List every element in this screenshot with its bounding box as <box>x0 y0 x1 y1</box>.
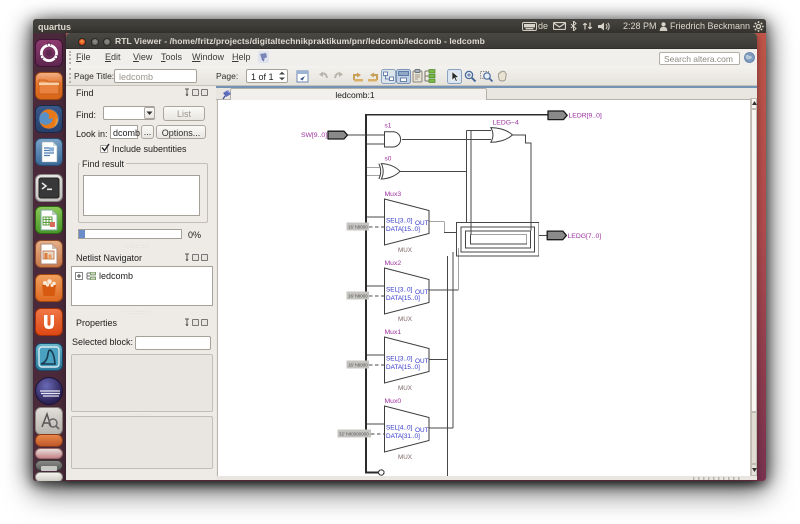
svg-text:s0: s0 <box>385 156 392 163</box>
svg-text:SEL[4..0]: SEL[4..0] <box>386 424 413 431</box>
svg-text:LEDR[9..0]: LEDR[9..0] <box>569 113 602 120</box>
svg-text:LEDG−4: LEDG−4 <box>493 120 519 127</box>
svg-text:OUT: OUT <box>415 220 429 227</box>
svg-text:SEL[3..0]: SEL[3..0] <box>386 355 413 362</box>
svg-text:32' h80000000 --: 32' h80000000 -- <box>339 432 373 437</box>
svg-text:OUT: OUT <box>415 427 429 434</box>
svg-text:MUX: MUX <box>398 247 413 254</box>
svg-text:16' h8000 --: 16' h8000 -- <box>348 225 372 230</box>
svg-text:MUX: MUX <box>398 454 413 461</box>
svg-text:Mux1: Mux1 <box>385 329 402 336</box>
svg-text:Mux3: Mux3 <box>385 191 402 198</box>
svg-text:DATA[31..0]: DATA[31..0] <box>386 433 420 440</box>
svg-text:MUX: MUX <box>398 385 413 392</box>
svg-text:16' h8000 --: 16' h8000 -- <box>348 294 372 299</box>
svg-text:Mux2: Mux2 <box>385 260 402 267</box>
svg-text:DATA[15..0]: DATA[15..0] <box>386 295 420 302</box>
svg-text:Mux0: Mux0 <box>385 398 402 405</box>
svg-text:s1: s1 <box>385 123 392 130</box>
svg-text:SEL[3..0]: SEL[3..0] <box>386 217 413 224</box>
svg-text:SEL[3..0]: SEL[3..0] <box>386 286 413 293</box>
svg-text:OUT: OUT <box>415 358 429 365</box>
svg-text:16' h8000 --: 16' h8000 -- <box>348 363 372 368</box>
svg-text:OUT: OUT <box>415 289 429 296</box>
svg-text:DATA[15..0]: DATA[15..0] <box>386 364 420 371</box>
svg-text:SW[9..0]: SW[9..0] <box>301 132 327 139</box>
svg-text:DATA[15..0]: DATA[15..0] <box>386 226 420 233</box>
svg-text:MUX: MUX <box>398 316 413 323</box>
svg-text:LEDG[7..0]: LEDG[7..0] <box>568 233 602 240</box>
